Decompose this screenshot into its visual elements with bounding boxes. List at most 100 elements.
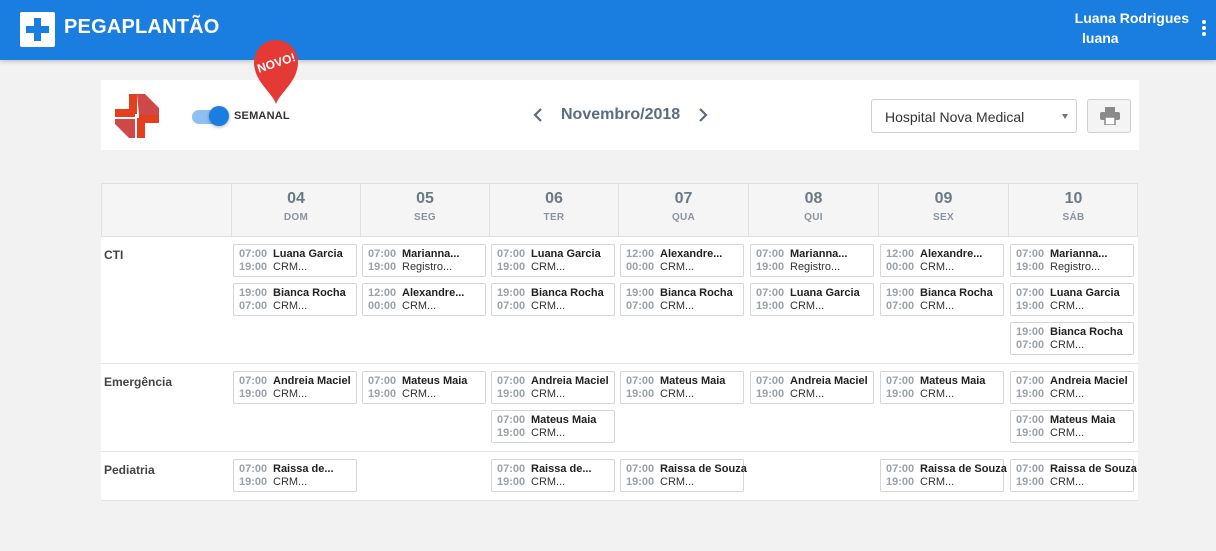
- shift-card[interactable]: 07:00 Marianna... 19:00 Registro...: [750, 244, 874, 277]
- shift-card[interactable]: 07:00 Andreia Maciel 19:00 CRM...: [491, 371, 615, 404]
- dropdown-caret-icon: [1062, 114, 1068, 119]
- shift-doctor-registry: CRM...: [920, 388, 955, 400]
- shift-card[interactable]: 07:00 Luana Garcia 19:00 CRM...: [750, 283, 874, 316]
- shift-card[interactable]: 07:00 Andreia Maciel 19:00 CRM...: [233, 371, 357, 404]
- shift-doctor-name: Andreia Maciel: [273, 375, 351, 387]
- shift-end-time: 19:00: [1016, 300, 1045, 312]
- shift-end-time: 19:00: [626, 476, 655, 488]
- shift-card[interactable]: 07:00 Luana Garcia 19:00 CRM...: [1010, 283, 1134, 316]
- day-weekday: SEG: [413, 212, 437, 223]
- shift-start-time: 07:00: [1016, 463, 1045, 475]
- shift-doctor-name: Bianca Rocha: [1050, 326, 1123, 338]
- shift-card[interactable]: 07:00 Raissa de Souza 19:00 CRM...: [620, 459, 747, 492]
- shift-card[interactable]: 19:00 Bianca Rocha 07:00 CRM...: [491, 283, 615, 316]
- print-button[interactable]: [1087, 99, 1131, 133]
- shift-end-time: 07:00: [626, 300, 655, 312]
- shift-end-time: 19:00: [1016, 427, 1045, 439]
- shift-doctor-name: Marianna...: [1050, 248, 1108, 260]
- shift-end-time: 07:00: [239, 300, 268, 312]
- shift-start-time: 07:00: [1016, 375, 1045, 387]
- day-number: 04: [287, 190, 305, 207]
- shift-doctor-name: Raissa de Souza: [920, 463, 1007, 475]
- shift-card[interactable]: 12:00 Alexandre... 00:00 CRM...: [620, 244, 744, 277]
- shift-card[interactable]: 07:00 Andreia Maciel 19:00 CRM...: [1010, 371, 1134, 404]
- shift-card[interactable]: 07:00 Mateus Maia 19:00 CRM...: [1010, 410, 1134, 443]
- shift-card[interactable]: 19:00 Bianca Rocha 07:00 CRM...: [880, 283, 1004, 316]
- shift-doctor-registry: Registro...: [1050, 261, 1101, 273]
- shift-end-time: 19:00: [626, 388, 655, 400]
- shift-start-time: 12:00: [886, 248, 915, 260]
- shift-doctor-registry: CRM...: [1050, 427, 1085, 439]
- section-row: CTI 07:00 Luana Garcia 19:00 CRM... 19:00 Bian…: [101, 237, 1138, 364]
- shift-doctor-name: Luana Garcia: [273, 248, 343, 260]
- shift-doctor-registry: CRM...: [920, 300, 955, 312]
- new-badge: NOVO!: [254, 40, 298, 104]
- shift-card[interactable]: 07:00 Mateus Maia 19:00 CRM...: [362, 371, 486, 404]
- shift-card[interactable]: 19:00 Bianca Rocha 07:00 CRM...: [233, 283, 357, 316]
- user-name[interactable]: Luana Rodrigues: [1075, 10, 1189, 26]
- shift-card[interactable]: 07:00 Luana Garcia 19:00 CRM...: [233, 244, 357, 277]
- shift-doctor-registry: CRM...: [920, 476, 955, 488]
- shift-doctor-registry: CRM...: [790, 300, 825, 312]
- shift-doctor-registry: Registro...: [790, 261, 841, 273]
- shift-end-time: 19:00: [368, 261, 397, 273]
- shift-doctor-registry: CRM...: [660, 476, 695, 488]
- shift-doctor-registry: CRM...: [531, 427, 566, 439]
- shift-doctor-registry: CRM...: [531, 388, 566, 400]
- shift-start-time: 07:00: [1016, 287, 1045, 299]
- shift-card[interactable]: 07:00 Raissa de Souza 19:00 CRM...: [880, 459, 1007, 492]
- shift-start-time: 07:00: [239, 248, 268, 260]
- shift-doctor-name: Raissa de Souza: [660, 463, 747, 475]
- shift-doctor-name: Mateus Maia: [1050, 414, 1116, 426]
- day-weekday: QUA: [671, 212, 696, 223]
- chevron-left-icon[interactable]: [530, 105, 546, 125]
- shift-card[interactable]: 07:00 Raissa de Souza 19:00 CRM...: [1010, 459, 1137, 492]
- shift-end-time: 19:00: [497, 427, 526, 439]
- shift-doctor-registry: CRM...: [920, 261, 955, 273]
- shift-start-time: 07:00: [368, 375, 397, 387]
- shift-end-time: 19:00: [1016, 388, 1045, 400]
- shift-card[interactable]: 07:00 Luana Garcia 19:00 CRM...: [491, 244, 615, 277]
- more-vert-icon[interactable]: [1198, 17, 1210, 39]
- hospital-select[interactable]: Hospital Nova Medical: [871, 99, 1077, 133]
- chevron-right-icon[interactable]: [695, 105, 711, 125]
- shift-card[interactable]: 07:00 Marianna... 19:00 Registro...: [1010, 244, 1134, 277]
- shift-start-time: 19:00: [497, 287, 526, 299]
- shift-card[interactable]: 07:00 Marianna... 19:00 Registro...: [362, 244, 486, 277]
- shift-start-time: 07:00: [497, 375, 526, 387]
- user-login: luana: [1082, 30, 1119, 46]
- shift-doctor-name: Mateus Maia: [660, 375, 726, 387]
- shift-end-time: 19:00: [1016, 261, 1045, 273]
- shift-end-time: 19:00: [239, 388, 268, 400]
- weekly-toggle[interactable]: [192, 106, 230, 126]
- day-weekday: TER: [543, 212, 565, 223]
- day-header: 05 SEG: [360, 184, 489, 236]
- shift-end-time: 19:00: [239, 261, 268, 273]
- section-row: Pediatria 07:00 Raissa de... 19:00 CRM... 07:…: [101, 452, 1138, 501]
- shift-doctor-name: Andreia Maciel: [531, 375, 609, 387]
- shift-doctor-registry: CRM...: [531, 476, 566, 488]
- shift-card[interactable]: 07:00 Mateus Maia 19:00 CRM...: [620, 371, 744, 404]
- shift-end-time: 19:00: [756, 388, 785, 400]
- shift-card[interactable]: 07:00 Mateus Maia 19:00 CRM...: [491, 410, 615, 443]
- shift-card[interactable]: 19:00 Bianca Rocha 07:00 CRM...: [1010, 322, 1134, 355]
- shift-doctor-name: Alexandre...: [920, 248, 983, 260]
- day-number: 10: [1064, 190, 1083, 207]
- shift-card[interactable]: 12:00 Alexandre... 00:00 CRM...: [880, 244, 1004, 277]
- shift-card[interactable]: 07:00 Raissa de... 19:00 CRM...: [233, 459, 357, 492]
- shift-card[interactable]: 07:00 Mateus Maia 19:00 CRM...: [880, 371, 1004, 404]
- shift-card[interactable]: 19:00 Bianca Rocha 07:00 CRM...: [620, 283, 744, 316]
- shift-doctor-registry: CRM...: [273, 261, 308, 273]
- app-header: PEGAPLANTÃO Luana Rodrigues luana: [0, 0, 1216, 60]
- shift-start-time: 19:00: [1016, 326, 1045, 338]
- shift-card[interactable]: 07:00 Andreia Maciel 19:00 CRM...: [750, 371, 874, 404]
- shift-card[interactable]: 07:00 Raissa de... 19:00 CRM...: [491, 459, 615, 492]
- day-header: 08 QUI: [748, 184, 878, 236]
- day-number: 09: [934, 190, 953, 207]
- day-number: 05: [416, 190, 434, 207]
- shift-start-time: 12:00: [368, 287, 397, 299]
- shift-card[interactable]: 12:00 Alexandre... 00:00 CRM...: [362, 283, 486, 316]
- shift-start-time: 07:00: [756, 375, 785, 387]
- shift-doctor-name: Luana Garcia: [531, 248, 601, 260]
- shift-doctor-name: Luana Garcia: [790, 287, 860, 299]
